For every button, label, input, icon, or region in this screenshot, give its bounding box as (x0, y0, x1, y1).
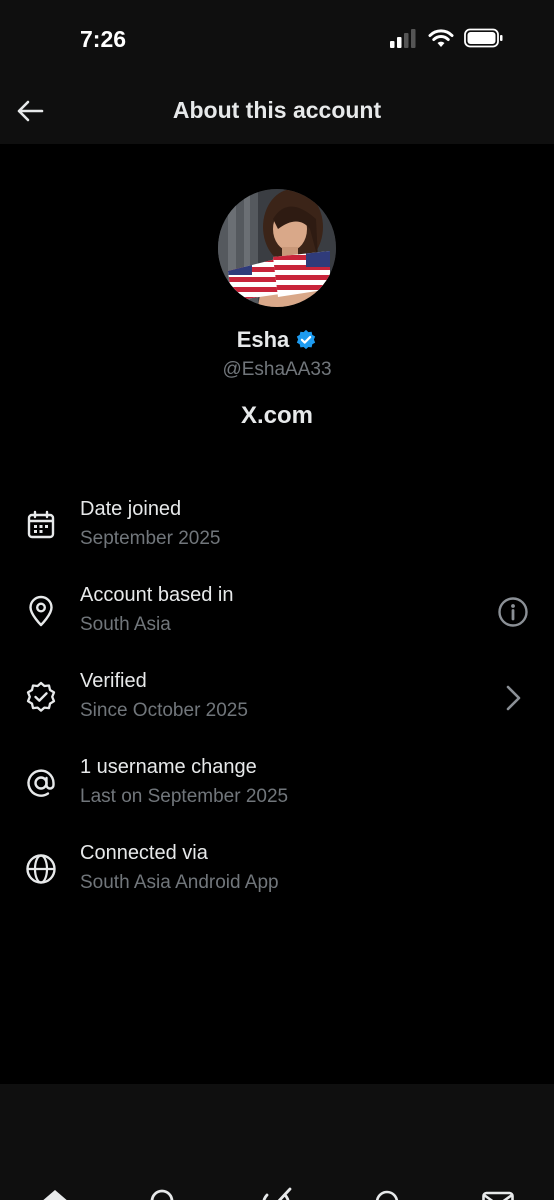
name-row: Esha (0, 327, 554, 353)
info-subtitle: Since October 2025 (80, 700, 248, 721)
verified-checkmark-icon (297, 329, 316, 350)
status-bar: 7:26 (0, 0, 554, 78)
wifi-icon (428, 29, 454, 47)
bottom-navigation (0, 1084, 554, 1200)
verified-badge-icon (26, 681, 56, 712)
info-title: Connected via (80, 842, 208, 864)
info-title: Date joined (80, 498, 182, 520)
calendar-icon (27, 510, 55, 539)
info-row-username-change: 1 username change Last on September 2025 (0, 748, 554, 834)
home-icon[interactable] (37, 1186, 73, 1200)
display-name: Esha (236, 327, 290, 352)
location-pin-icon (29, 595, 53, 627)
info-subtitle: Last on September 2025 (80, 786, 289, 807)
info-icon[interactable] (496, 595, 530, 629)
header: About this account (0, 78, 554, 144)
search-icon[interactable] (147, 1186, 183, 1200)
info-title: Verified (80, 670, 147, 692)
handle: @EshaAA33 (222, 359, 332, 380)
account-info-list: Date joined September 2025 Account based… (0, 490, 554, 920)
domain-label: X.com (240, 402, 314, 429)
cellular-signal-icon (390, 29, 416, 48)
notifications-icon[interactable] (369, 1186, 405, 1200)
info-subtitle: South Asia Android App (80, 872, 279, 893)
info-subtitle: South Asia (80, 614, 171, 635)
battery-icon (464, 28, 503, 48)
status-icons (390, 28, 504, 48)
info-title: 1 username change (80, 756, 257, 778)
chevron-right-icon[interactable] (496, 681, 530, 715)
info-subtitle: September 2025 (80, 528, 221, 549)
info-row-connected-via: Connected via South Asia Android App (0, 834, 554, 920)
page-title: About this account (172, 97, 382, 123)
messages-icon[interactable] (480, 1186, 516, 1200)
avatar[interactable] (218, 189, 336, 307)
info-row-verified[interactable]: Verified Since October 2025 (0, 662, 554, 748)
status-time: 7:26 (80, 26, 127, 52)
avatar-image (218, 189, 336, 307)
info-title: Account based in (80, 584, 234, 606)
info-row-date-joined: Date joined September 2025 (0, 490, 554, 576)
grok-icon[interactable] (258, 1186, 294, 1200)
info-row-account-based-in: Account based in South Asia (0, 576, 554, 662)
at-sign-icon (27, 769, 55, 797)
globe-icon (26, 854, 56, 884)
